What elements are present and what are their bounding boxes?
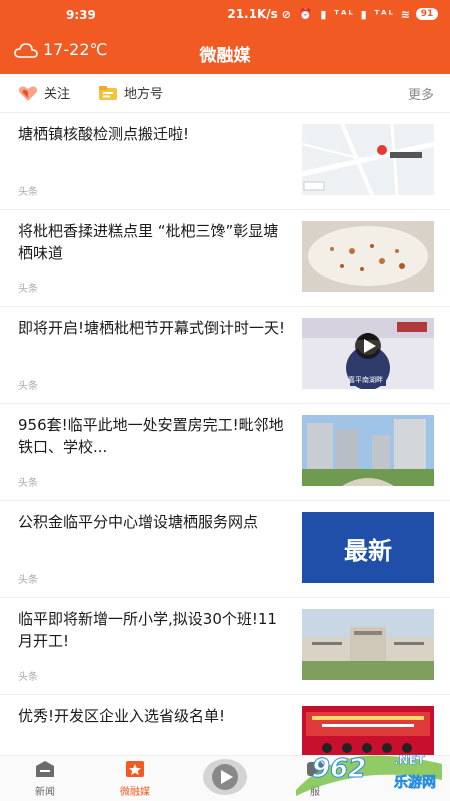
item-title: 956套!临平此地一处安置房完工!毗邻地铁口、学校... xyxy=(18,416,284,456)
folder-icon xyxy=(99,85,117,100)
video-caption: 嘉平南湖畔 xyxy=(348,376,383,384)
item-source: 头条 xyxy=(18,672,38,683)
network-speed: 21.1K/s xyxy=(227,7,278,21)
map-thumbnail xyxy=(302,124,434,195)
item-title: 即将开启!塘栖枇杷节开幕式倒计时一天! xyxy=(18,319,286,337)
nav-video[interactable] xyxy=(195,758,255,799)
news-icon xyxy=(36,761,54,777)
latest-banner-thumbnail: 最新 xyxy=(302,512,434,583)
nav-media[interactable]: 微融媒 xyxy=(105,760,165,798)
item-source: 头条 xyxy=(18,187,38,198)
nav-news-label: 新闻 xyxy=(35,787,55,798)
status-indicators: 21.1K/s ⊘ ⏰ ▮ ᵀᴬᴸ ▮ ᵀᴬᴸ ≋ 91 xyxy=(227,7,438,21)
heart-icon xyxy=(19,86,37,101)
buildings-thumbnail xyxy=(302,415,434,486)
video-thumbnail[interactable]: 嘉平南湖畔 xyxy=(302,318,434,389)
tab-follow[interactable]: 关注 xyxy=(18,83,70,102)
item-title: 将枇杷香揉进糕点里 “枇杷三馋”彰显塘栖味道 xyxy=(18,222,279,262)
item-title: 塘栖镇核酸检测点搬迁啦! xyxy=(18,125,190,143)
list-item[interactable]: 将枇杷香揉进糕点里 “枇杷三馋”彰显塘栖味道 头条 xyxy=(0,210,450,307)
tab-local-label: 地方号 xyxy=(124,87,164,102)
item-source: 头条 xyxy=(18,575,38,586)
watermark-number: 962 xyxy=(311,754,367,785)
list-item[interactable]: 956套!临平此地一处安置房完工!毗邻地铁口、学校... 头条 xyxy=(0,404,450,501)
tab-follow-label: 关注 xyxy=(44,87,71,102)
pastry-thumbnail xyxy=(302,221,434,292)
school-thumbnail xyxy=(302,609,434,680)
play-icon xyxy=(203,759,247,795)
channel-tabs: 关注 地方号 更多 xyxy=(0,74,450,113)
item-title: 优秀!开发区企业入选省级名单! xyxy=(18,707,226,725)
app-header: 17-22℃ 微融媒 xyxy=(0,30,450,74)
tab-local[interactable]: 地方号 xyxy=(98,83,163,102)
nav-news[interactable]: 新闻 xyxy=(15,760,75,798)
signal-icons: ⊘ ⏰ ▮ ᵀᴬᴸ ▮ ᵀᴬᴸ ≋ xyxy=(281,7,412,21)
item-source: 头条 xyxy=(18,284,38,295)
watermark-site: 乐游网 xyxy=(394,775,437,792)
status-bar: 9:39 21.1K/s ⊘ ⏰ ▮ ᵀᴬᴸ ▮ ᵀᴬᴸ ≋ 91 xyxy=(0,0,450,30)
site-watermark: 962 .NET 乐游网 xyxy=(294,750,444,798)
status-time: 9:39 xyxy=(66,8,96,22)
item-title: 公积金临平分中心增设塘栖服务网点 xyxy=(18,513,259,531)
more-link[interactable]: 更多 xyxy=(408,84,434,103)
list-item[interactable]: 临平即将新增一所小学,拟设30个班!11月开工! 头条 xyxy=(0,598,450,695)
news-feed: 塘栖镇核酸检测点搬迁啦! 头条 将枇杷香揉进糕点里 “枇杷三馋”彰显塘栖味道 头… xyxy=(0,113,450,792)
battery-icon: 91 xyxy=(416,8,438,20)
nav-media-label: 微融媒 xyxy=(120,787,150,798)
list-item[interactable]: 即将开启!塘栖枇杷节开幕式倒计时一天! 头条 嘉平南湖畔 xyxy=(0,307,450,404)
latest-banner-text: 最新 xyxy=(344,537,392,565)
list-item[interactable]: 塘栖镇核酸检测点搬迁啦! 头条 xyxy=(0,113,450,210)
item-source: 头条 xyxy=(18,478,38,489)
page-title: 微融媒 xyxy=(199,46,251,66)
list-item[interactable]: 公积金临平分中心增设塘栖服务网点 头条 最新 xyxy=(0,501,450,598)
item-source: 头条 xyxy=(18,381,38,392)
item-title: 临平即将新增一所小学,拟设30个班!11月开工! xyxy=(18,610,277,650)
watermark-domain: .NET xyxy=(394,753,426,768)
media-icon xyxy=(126,761,144,777)
